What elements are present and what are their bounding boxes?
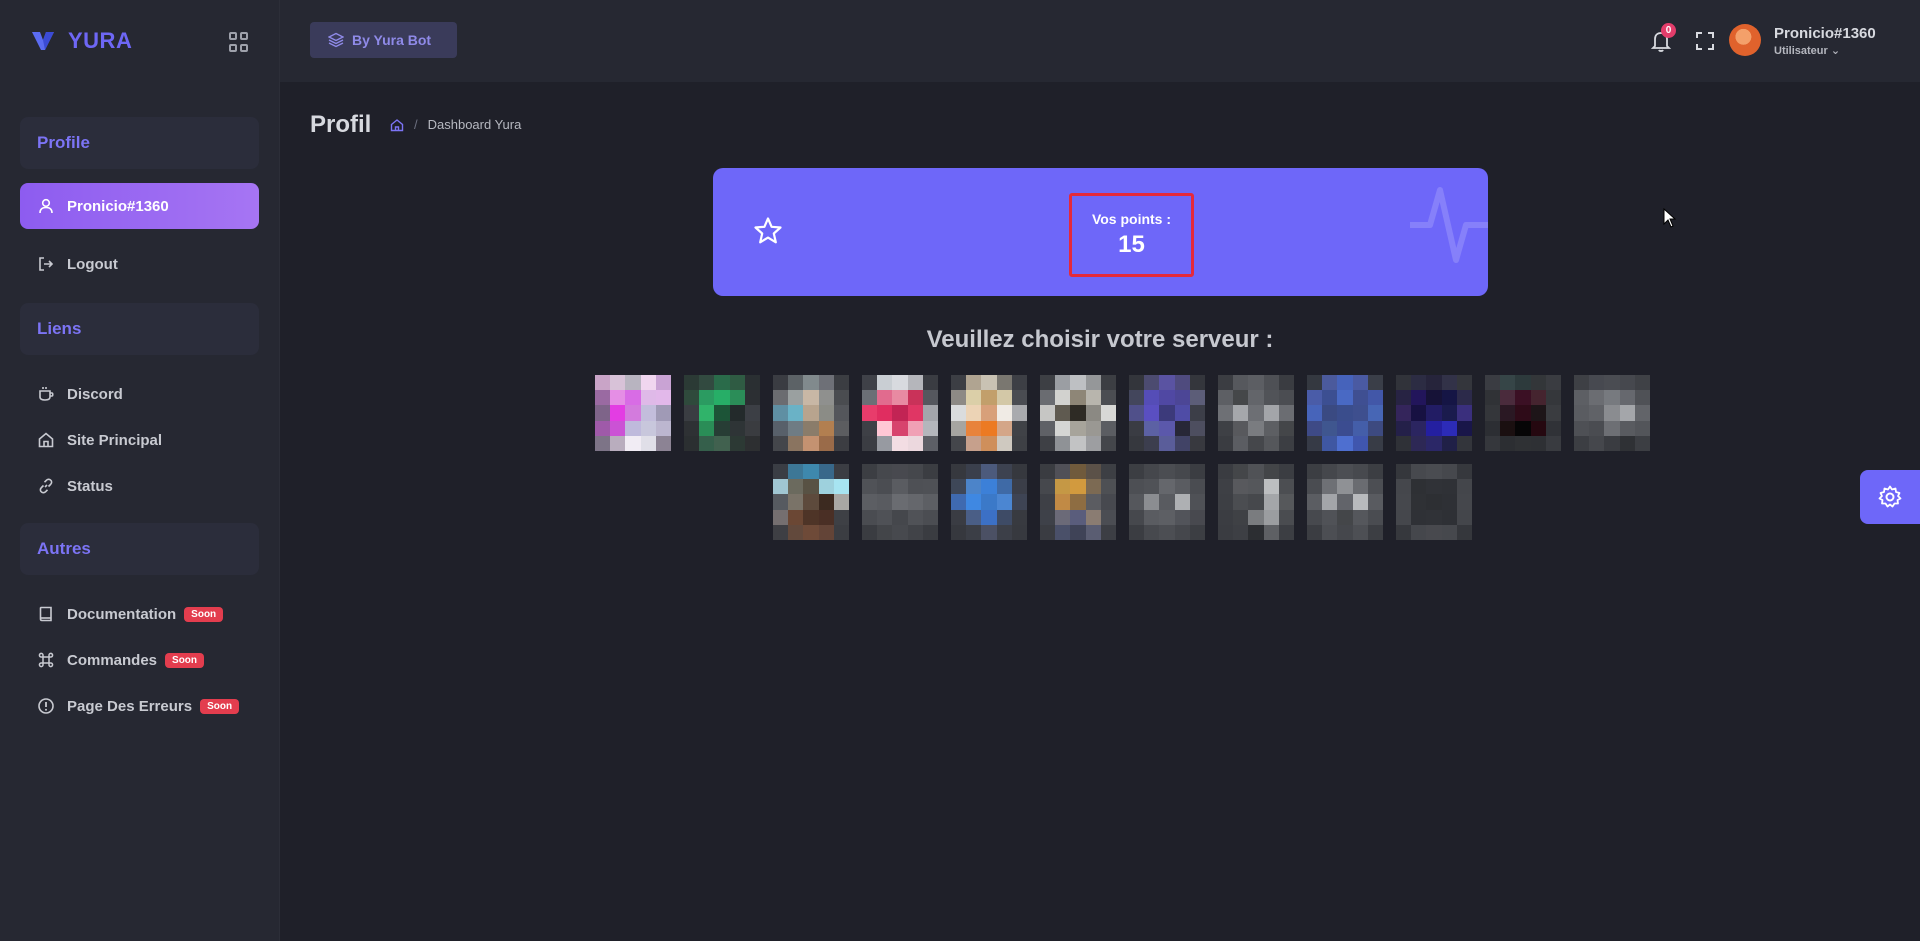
server-icon[interactable] (1218, 375, 1294, 451)
sidebar-item-documentation[interactable]: Documentation Soon (20, 591, 259, 637)
sidebar-item-label: Commandes (67, 651, 158, 669)
server-icon[interactable] (773, 375, 849, 451)
section-profile: Profile (20, 117, 259, 169)
breadcrumb: / Dashboard Yura (390, 117, 521, 132)
breadcrumb-separator: / (414, 117, 418, 132)
server-icon[interactable] (1040, 464, 1116, 540)
gear-icon (1878, 485, 1902, 508)
soon-badge: Soon (165, 652, 205, 668)
points-label: Vos points : (1091, 211, 1172, 227)
soon-badge: Soon (184, 606, 224, 622)
sidebar-item-discord[interactable]: Discord (20, 371, 259, 417)
header-user-role[interactable]: Utilisateur ⌄ (1774, 44, 1840, 57)
user-icon (39, 198, 53, 214)
sidebar-item-logout[interactable]: Logout (20, 241, 259, 287)
layers-icon (328, 32, 344, 48)
server-icon[interactable] (1218, 464, 1294, 540)
server-icon[interactable] (773, 464, 849, 540)
star-icon (754, 217, 782, 244)
alert-icon (38, 698, 54, 714)
section-autres: Autres (20, 523, 259, 575)
server-icon[interactable] (1307, 464, 1383, 540)
soon-badge: Soon (200, 698, 240, 714)
server-icon[interactable] (1307, 375, 1383, 451)
sidebar-item-site-principal[interactable]: Site Principal (20, 417, 259, 463)
topbar: By Yura Bot 0 Pronicio#1360 Utilisateur … (280, 0, 1920, 82)
apps-grid-icon[interactable] (229, 32, 249, 52)
choose-server-text: Veuillez choisir votre serveur : (926, 326, 1274, 353)
by-yura-bot-label: By Yura Bot (352, 32, 432, 48)
home-icon[interactable] (390, 118, 404, 132)
server-icon[interactable] (595, 375, 671, 451)
notification-count-badge: 0 (1661, 23, 1676, 38)
server-icon[interactable] (862, 375, 938, 451)
fullscreen-icon[interactable] (1695, 31, 1715, 51)
sidebar-item-label: Documentation (67, 605, 177, 623)
brand: YURA (0, 0, 279, 82)
activity-icon (1410, 187, 1488, 263)
sidebar-item-label: Pronicio#1360 (67, 197, 169, 215)
header-username[interactable]: Pronicio#1360 (1774, 25, 1876, 42)
server-icon[interactable] (684, 375, 760, 451)
cup-icon (39, 387, 54, 401)
mouse-cursor-icon (1663, 208, 1677, 228)
avatar[interactable] (1729, 24, 1761, 56)
user-role-label: Utilisateur (1774, 45, 1828, 57)
link-icon (39, 478, 53, 494)
server-icon[interactable] (1129, 375, 1205, 451)
page-title: Profil (310, 111, 372, 138)
server-icon[interactable] (862, 464, 938, 540)
yura-logo-icon[interactable] (30, 28, 56, 54)
book-icon (39, 606, 52, 622)
chevron-down-icon: ⌄ (1830, 45, 1841, 57)
by-yura-bot-button[interactable]: By Yura Bot (310, 22, 457, 58)
sidebar-item-label: Site Principal (67, 431, 163, 449)
server-icon[interactable] (951, 464, 1027, 540)
settings-button[interactable] (1860, 470, 1920, 524)
server-icon[interactable] (1485, 375, 1561, 451)
brand-name[interactable]: YURA (68, 28, 132, 54)
server-icon[interactable] (1129, 464, 1205, 540)
sidebar: YURA Profile Pronicio#1360 Logout Liens … (0, 0, 280, 941)
server-icon[interactable] (1574, 375, 1650, 451)
server-icon[interactable] (1040, 375, 1116, 451)
home-icon (38, 432, 54, 448)
points-value: 15 (1118, 231, 1145, 258)
command-icon (38, 652, 54, 668)
server-icon[interactable] (951, 375, 1027, 451)
server-icon[interactable] (1396, 375, 1472, 451)
sidebar-item-page-des-erreurs[interactable]: Page Des Erreurs Soon (20, 683, 259, 729)
sidebar-item-label: Logout (67, 255, 118, 273)
sidebar-item-label: Page Des Erreurs (67, 697, 193, 715)
sidebar-item-status[interactable]: Status (20, 463, 259, 509)
choose-server-heading: Veuillez choisir votre serveur : (0, 326, 1920, 354)
sidebar-item-commandes[interactable]: Commandes Soon (20, 637, 259, 683)
sidebar-item-profile[interactable]: Pronicio#1360 (20, 183, 259, 229)
sidebar-item-label: Status (67, 477, 113, 495)
sidebar-item-label: Discord (67, 385, 123, 403)
server-icon[interactable] (1396, 464, 1472, 540)
breadcrumb-current: Dashboard Yura (427, 117, 522, 132)
logout-icon (39, 257, 54, 271)
points-card: Vos points : 15 (713, 168, 1488, 296)
points-display: Vos points : 15 (1069, 193, 1194, 277)
